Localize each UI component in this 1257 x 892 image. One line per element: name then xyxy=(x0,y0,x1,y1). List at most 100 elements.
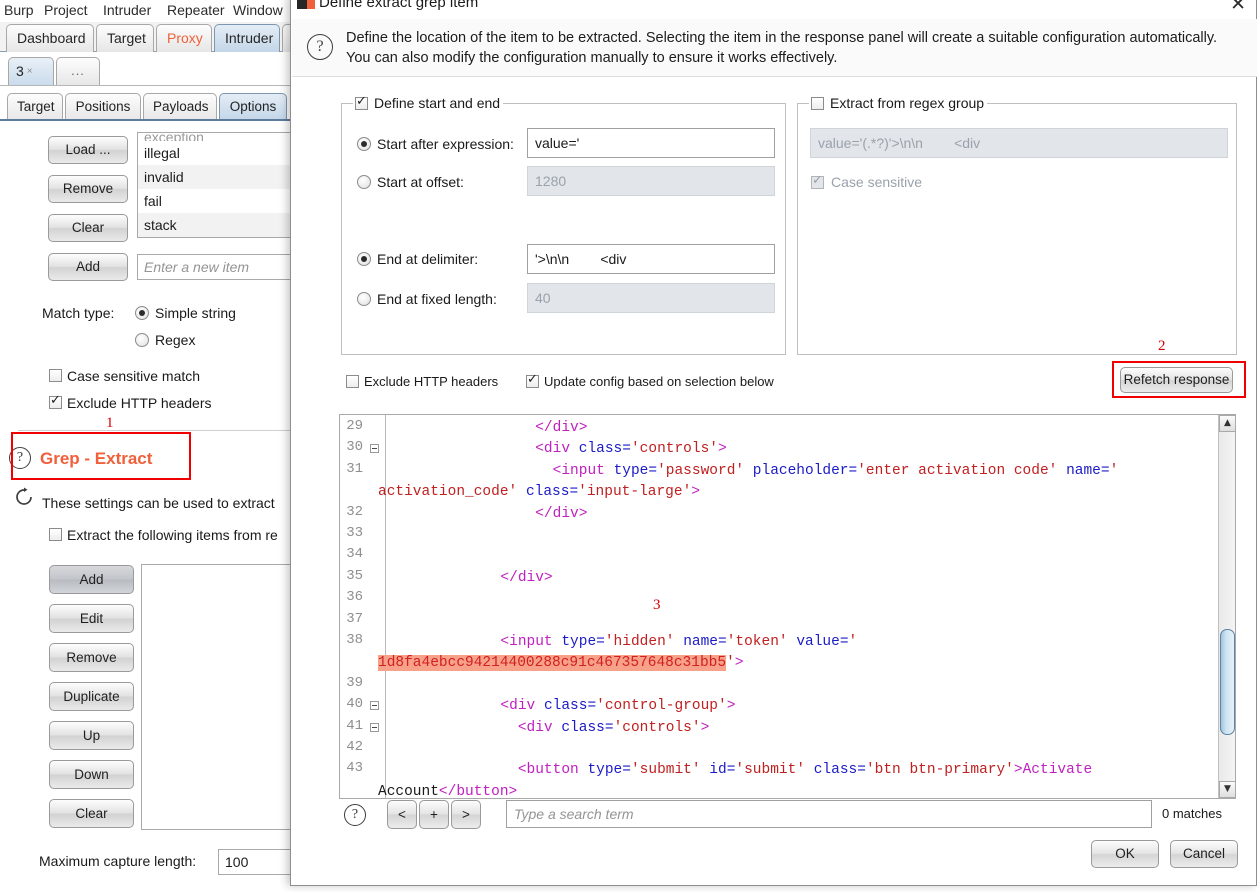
close-icon[interactable]: ✕ xyxy=(1230,0,1246,15)
extract-duplicate-button[interactable]: Duplicate xyxy=(49,682,134,711)
extract-edit-button[interactable]: Edit xyxy=(49,604,134,633)
tab-target[interactable]: Target xyxy=(96,24,154,52)
tab-intruder[interactable]: Intruder xyxy=(214,24,280,52)
checkbox-define-start-end[interactable] xyxy=(355,94,368,110)
code-fold-toggle-icon[interactable] xyxy=(370,722,379,732)
end-at-fixed-length-input[interactable]: 40 xyxy=(527,283,775,313)
list-item[interactable]: illegal xyxy=(138,141,292,165)
question-mark-icon[interactable]: ? xyxy=(344,804,366,826)
radio-simple-string[interactable] xyxy=(135,306,149,320)
code-line[interactable] xyxy=(396,525,405,546)
response-code-editor[interactable]: 2930313233343536373839404142434445 </div… xyxy=(339,414,1236,799)
code-token: type= xyxy=(561,634,605,650)
code-line[interactable] xyxy=(396,589,405,610)
checkbox-exclude-http-headers[interactable] xyxy=(49,393,62,409)
list-item[interactable]: invalid xyxy=(138,165,292,189)
code-line[interactable]: <button type='submit' id='submit' class=… xyxy=(396,760,1092,781)
search-add-button[interactable]: + xyxy=(419,800,449,829)
menu-item-window[interactable]: Window xyxy=(233,1,283,19)
code-token: 'input-large' xyxy=(578,484,692,501)
code-line[interactable]: <div class='control-group'> xyxy=(396,696,735,717)
extract-add-button[interactable]: Add xyxy=(49,565,134,594)
checkbox-extract-from-regex-group[interactable] xyxy=(811,97,824,110)
menu-item-burp[interactable]: Burp xyxy=(4,1,34,19)
start-at-offset-value: 1280 xyxy=(535,173,567,189)
code-line[interactable]: </div> xyxy=(396,568,552,589)
grep-match-list[interactable]: exception illegal invalid fail stack xyxy=(137,132,292,238)
editor-scrollbar[interactable]: ▲ ▼ xyxy=(1218,415,1235,798)
scrollbar-thumb[interactable] xyxy=(1220,629,1235,735)
checkbox-regex-case-sensitive[interactable] xyxy=(811,173,824,189)
remove-button[interactable]: Remove xyxy=(48,175,128,203)
close-icon[interactable]: × xyxy=(27,66,33,77)
extract-items-list[interactable] xyxy=(141,564,292,830)
code-line[interactable]: Account</button> xyxy=(378,782,517,798)
new-item-input[interactable]: Enter a new item xyxy=(137,254,292,280)
extract-up-button[interactable]: Up xyxy=(49,721,134,750)
menu-item-project[interactable]: Project xyxy=(44,1,88,19)
radio-end-at-delimiter[interactable] xyxy=(357,252,371,266)
radio-end-at-fixed-length[interactable] xyxy=(357,292,371,306)
radio-regex[interactable] xyxy=(135,333,149,347)
code-line[interactable] xyxy=(396,546,405,567)
refresh-icon[interactable] xyxy=(13,486,35,508)
code-line[interactable] xyxy=(396,675,405,696)
exclude-http-headers-label: Exclude HTTP headers xyxy=(67,395,212,411)
scroll-up-arrow[interactable]: ▲ xyxy=(1219,415,1235,432)
tab-proxy[interactable]: Proxy xyxy=(156,24,212,52)
extract-down-button[interactable]: Down xyxy=(49,760,134,789)
tab-intruder-options[interactable]: Options xyxy=(219,93,287,120)
checkbox-dialog-exclude-http-headers[interactable] xyxy=(346,375,359,388)
checkbox-extract-items[interactable] xyxy=(49,528,62,541)
tab-intruder-positions[interactable]: Positions xyxy=(65,93,141,120)
add-button[interactable]: Add xyxy=(48,253,128,281)
checkbox-case-sensitive-match[interactable] xyxy=(49,369,62,382)
code-line[interactable]: <div class='controls'> xyxy=(396,718,709,739)
code-line[interactable] xyxy=(396,739,405,760)
start-after-expression-input[interactable]: value=' xyxy=(527,128,775,158)
clear-button[interactable]: Clear xyxy=(48,214,128,242)
tab-intruder-target[interactable]: Target xyxy=(7,93,63,120)
code-fold-toggle-icon[interactable] xyxy=(370,444,379,454)
attack-tab-more[interactable]: ... xyxy=(56,57,100,86)
code-line[interactable]: <input type='hidden' name='token' value=… xyxy=(396,632,857,653)
list-item[interactable]: exception xyxy=(138,133,292,141)
radio-start-after-expression[interactable] xyxy=(357,137,371,151)
code-line[interactable]: 1d8fa4ebcc94214400288c91c467357648c31bb5… xyxy=(378,653,743,674)
code-fold-toggle-icon[interactable] xyxy=(370,701,379,711)
code-line[interactable]: <input type='password' placeholder='ente… xyxy=(396,461,1119,482)
search-next-button[interactable]: > xyxy=(451,800,481,829)
ok-button[interactable]: OK xyxy=(1091,840,1159,868)
menu-item-repeater[interactable]: Repeater xyxy=(167,1,225,19)
code-token: 'controls' xyxy=(613,719,701,736)
start-at-offset-input[interactable]: 1280 xyxy=(527,166,775,196)
tab-dashboard[interactable]: Dashboard xyxy=(6,24,94,52)
attack-tab-3[interactable]: 3 × xyxy=(8,57,54,86)
code-content[interactable]: </div> <div class='controls'> <input typ… xyxy=(378,415,1217,798)
code-line[interactable]: <div class='controls'> xyxy=(396,439,726,460)
tab-intruder-payloads[interactable]: Payloads xyxy=(143,93,217,120)
code-token: <div xyxy=(500,698,544,715)
search-prev-button[interactable]: < xyxy=(387,800,417,829)
search-input[interactable]: Type a search term xyxy=(506,800,1152,828)
checkbox-update-config[interactable] xyxy=(526,372,539,388)
list-item[interactable]: fail xyxy=(138,189,292,213)
menu-item-intruder[interactable]: Intruder xyxy=(103,1,151,19)
list-item[interactable]: stack xyxy=(138,213,292,237)
max-capture-length-input[interactable]: 100 xyxy=(218,849,292,875)
code-line[interactable] xyxy=(396,611,405,632)
scroll-down-arrow[interactable]: ▼ xyxy=(1219,781,1235,798)
radio-start-at-offset[interactable] xyxy=(357,175,371,189)
cancel-button[interactable]: Cancel xyxy=(1170,840,1238,868)
regex-input[interactable]: value='(.*?)'>\n\n <div xyxy=(810,128,1228,158)
end-at-delimiter-input[interactable]: '>\n\n <div xyxy=(527,244,775,274)
code-line[interactable]: </div> xyxy=(396,504,587,525)
extract-clear-button[interactable]: Clear xyxy=(49,799,134,828)
code-line[interactable]: activation_code' class='input-large'> xyxy=(378,482,700,503)
extract-remove-button[interactable]: Remove xyxy=(49,643,134,672)
line-number: 38 xyxy=(346,632,363,648)
load-button[interactable]: Load ... xyxy=(48,136,128,164)
question-mark-icon[interactable]: ? xyxy=(307,34,333,60)
code-line[interactable]: </div> xyxy=(396,418,587,439)
